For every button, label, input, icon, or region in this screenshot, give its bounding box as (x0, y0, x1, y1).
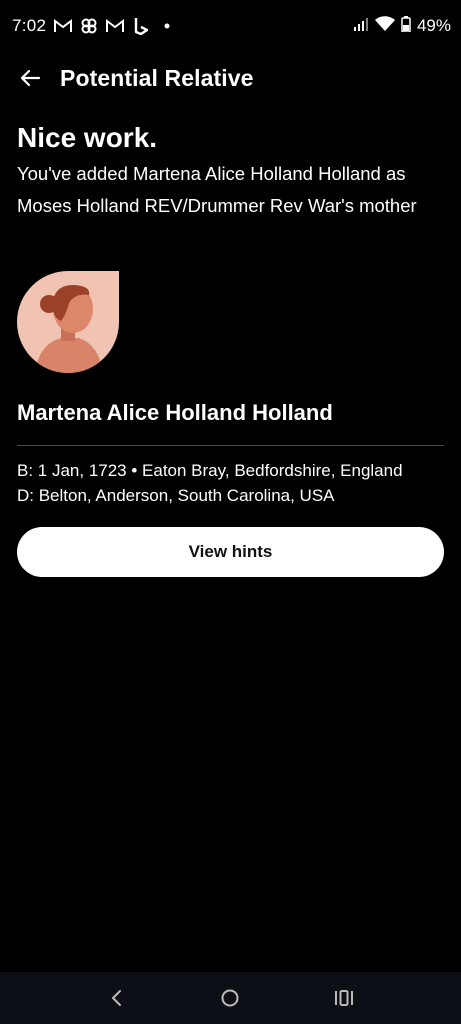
wifi-icon (374, 15, 395, 37)
bing-icon (132, 17, 150, 35)
gmail-icon (54, 17, 73, 35)
status-left: 7:02 (12, 16, 176, 36)
arrow-left-icon (20, 69, 41, 87)
circle-home-icon (221, 989, 239, 1007)
status-bar: 7:02 49% (0, 0, 461, 52)
nav-recents-button[interactable] (324, 978, 364, 1018)
dot-icon (158, 17, 176, 35)
system-nav-bar (0, 972, 461, 1024)
gmail-icon (106, 17, 125, 35)
signal-icon (353, 16, 369, 37)
page-title: Potential Relative (60, 64, 254, 91)
pinwheel-icon (80, 17, 98, 35)
confirmation-headline: Nice work. (17, 122, 158, 153)
confirmation-message: You've added Martena Alice Holland Holla… (17, 163, 417, 216)
chevron-left-icon (111, 990, 121, 1006)
nav-back-button[interactable] (97, 978, 137, 1018)
person-name: Martena Alice Holland Holland (17, 400, 333, 425)
birth-fact: B: 1 Jan, 1723 • Eaton Bray, Bedfordshir… (17, 461, 403, 480)
nav-home-button[interactable] (210, 978, 250, 1018)
battery-percent: 49% (416, 16, 451, 35)
status-time: 7:02 (12, 16, 47, 35)
female-avatar-icon (17, 271, 119, 373)
back-button[interactable] (17, 65, 43, 91)
recents-icon (335, 990, 354, 1006)
divider (17, 445, 444, 446)
battery-icon (401, 15, 411, 37)
main-content: Nice work. You've added Martena Alice Ho… (17, 120, 444, 577)
death-fact: D: Belton, Anderson, South Carolina, USA (17, 486, 335, 505)
view-hints-button[interactable]: View hints (17, 527, 444, 577)
status-right: 49% (353, 15, 451, 37)
life-facts: B: 1 Jan, 1723 • Eaton Bray, Bedfordshir… (17, 458, 403, 508)
app-bar: Potential Relative (0, 52, 461, 104)
